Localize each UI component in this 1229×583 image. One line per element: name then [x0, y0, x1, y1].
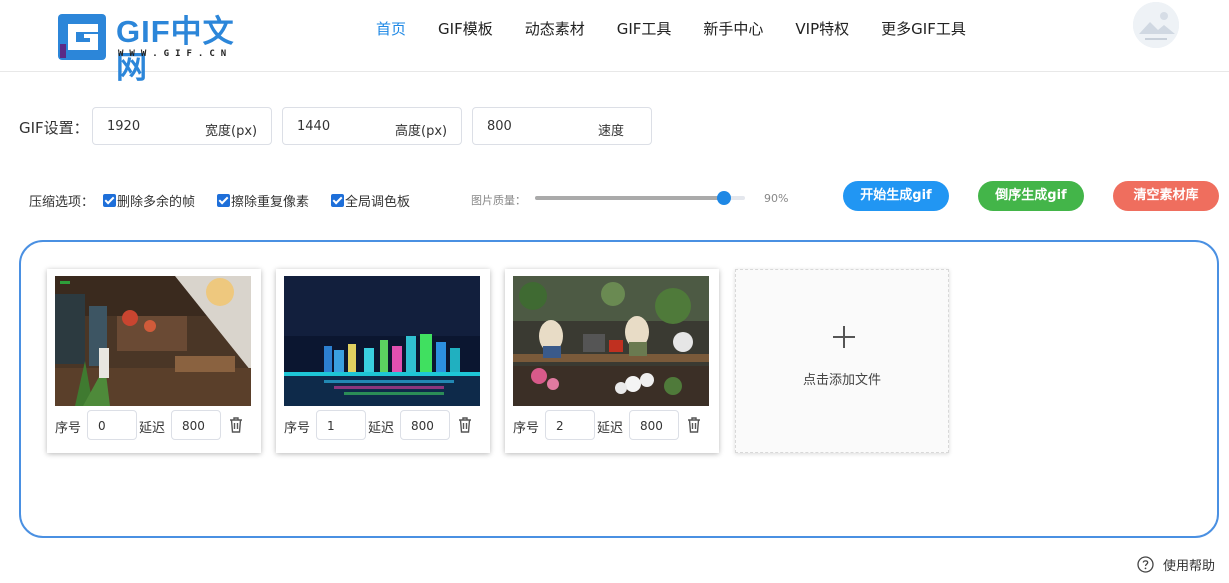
checkbox-erase-duplicate-pixels[interactable]: 擦除重复像素 [217, 191, 309, 210]
height-value: 1440 [297, 119, 331, 134]
height-field[interactable]: 1440 高度(px) [282, 107, 462, 145]
index-input[interactable]: 1 [316, 410, 366, 440]
quality-label: 图片质量： [471, 194, 526, 207]
quality-slider[interactable] [535, 191, 745, 205]
nav-item-gif-templates[interactable]: GIF模板 [422, 19, 509, 39]
nav-item-home[interactable]: 首页 [360, 19, 422, 39]
quality-value: 90% [764, 192, 789, 205]
user-avatar-placeholder-icon [1133, 2, 1179, 48]
nav-item-animated-assets[interactable]: 动态素材 [509, 19, 601, 39]
restaurant-interior-image [55, 276, 251, 406]
clear-library-button[interactable]: 清空素材库 [1113, 181, 1219, 211]
frame-card[interactable]: 序号 1 延迟 800 [276, 269, 490, 453]
index-input[interactable]: 0 [87, 410, 137, 440]
delay-label: 延迟 [139, 421, 166, 436]
frame-card[interactable]: 序号 0 延迟 800 [47, 269, 261, 453]
delay-input[interactable]: 800 [400, 410, 450, 440]
checkbox-label: 全局调色板 [345, 195, 411, 210]
question-circle-icon [1137, 555, 1154, 573]
trash-icon[interactable] [687, 417, 701, 433]
help-link[interactable]: 使用帮助 [1137, 554, 1215, 574]
frame-card[interactable]: 序号 2 延迟 800 [505, 269, 719, 453]
delay-label: 延迟 [597, 421, 624, 436]
add-file-button[interactable]: 点击添加文件 [735, 269, 949, 453]
frame-thumbnail [513, 276, 709, 406]
checkbox-checked-icon [217, 194, 230, 207]
add-file-label: 点击添加文件 [802, 373, 881, 388]
checkbox-remove-frames[interactable]: 删除多余的帧 [103, 191, 195, 210]
checkbox-checked-icon [103, 194, 116, 207]
trash-icon[interactable] [458, 417, 472, 433]
delay-input[interactable]: 800 [629, 410, 679, 440]
width-value: 1920 [107, 119, 141, 134]
plus-icon [833, 326, 855, 348]
index-label: 序号 [513, 421, 540, 436]
checkbox-label: 擦除重复像素 [231, 195, 310, 210]
site-header: GIF中文网 WWW.GIF.CN 首页 GIF模板 动态素材 GIF工具 新手… [0, 0, 1229, 85]
rabbit-figurines-flowers-image [513, 276, 709, 406]
width-unit: 宽度(px) [205, 124, 258, 139]
index-label: 序号 [55, 421, 82, 436]
start-generate-button[interactable]: 开始生成gif [843, 181, 949, 211]
frame-controls: 序号 2 延迟 800 [513, 410, 713, 440]
city-night-skyline-image [284, 276, 480, 406]
help-label: 使用帮助 [1163, 558, 1216, 574]
site-logo[interactable]: GIF中文网 WWW.GIF.CN [58, 14, 258, 85]
frame-controls: 序号 1 延迟 800 [284, 410, 484, 440]
checkbox-checked-icon [331, 194, 344, 207]
height-unit: 高度(px) [395, 124, 448, 139]
delay-input[interactable]: 800 [171, 410, 221, 440]
frames-workspace[interactable]: 序号 0 延迟 800 序号 1 延迟 800 序号 2 延迟 800 点击添加… [19, 240, 1219, 538]
index-label: 序号 [284, 421, 311, 436]
frame-thumbnail [284, 276, 480, 406]
speed-field[interactable]: 800 速度 [472, 107, 652, 145]
gif-settings-label: GIF设置： [19, 119, 89, 137]
delay-label: 延迟 [368, 421, 395, 436]
logo-subtext: WWW.GIF.CN [118, 49, 233, 59]
frame-thumbnail [55, 276, 251, 406]
frame-controls: 序号 0 延迟 800 [55, 410, 255, 440]
slider-fill [535, 196, 724, 200]
nav-item-more-tools[interactable]: 更多GIF工具 [865, 19, 982, 39]
index-input[interactable]: 2 [545, 410, 595, 440]
trash-icon[interactable] [229, 417, 243, 433]
avatar[interactable] [1133, 2, 1179, 48]
nav-item-vip[interactable]: VIP特权 [779, 19, 865, 39]
nav-item-gif-tools[interactable]: GIF工具 [601, 19, 688, 39]
slider-thumb[interactable] [717, 191, 731, 205]
speed-unit: 速度 [598, 124, 625, 139]
nav-item-beginner-center[interactable]: 新手中心 [687, 19, 779, 39]
gif-logo-icon [58, 14, 106, 60]
main-nav: 首页 GIF模板 动态素材 GIF工具 新手中心 VIP特权 更多GIF工具 [360, 19, 982, 39]
reverse-generate-button[interactable]: 倒序生成gif [978, 181, 1084, 211]
compress-label: 压缩选项： [29, 195, 95, 210]
checkbox-label: 删除多余的帧 [117, 195, 196, 210]
speed-value: 800 [487, 119, 512, 134]
checkbox-global-palette[interactable]: 全局调色板 [331, 191, 410, 210]
width-field[interactable]: 1920 宽度(px) [92, 107, 272, 145]
